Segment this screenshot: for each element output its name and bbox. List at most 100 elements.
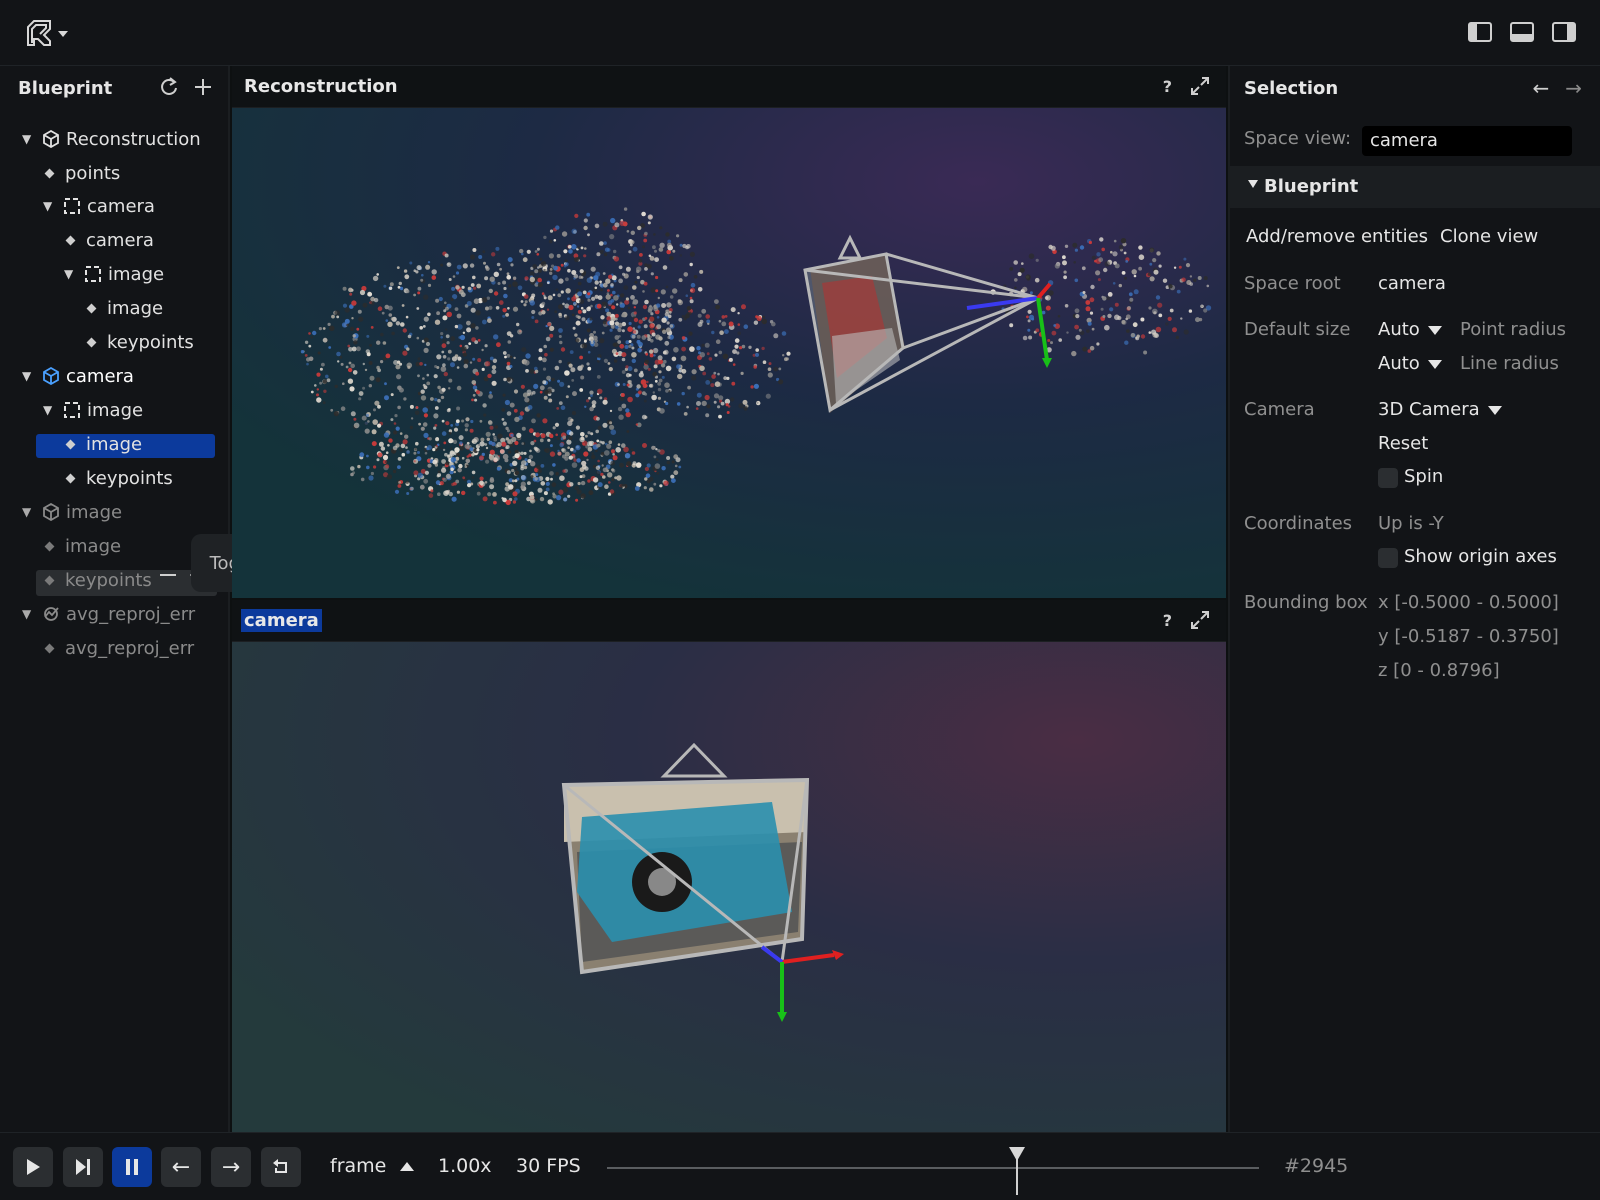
- entity-dot-icon: [44, 541, 55, 551]
- playhead-handle-icon[interactable]: [1009, 1147, 1025, 1161]
- fps-selector[interactable]: 30 FPS: [516, 1155, 581, 1177]
- timeline-track[interactable]: [607, 1167, 1259, 1169]
- entity-dot-icon: [65, 235, 76, 245]
- tree-row-entity[interactable]: camera: [65, 227, 154, 253]
- camera-kind-dropdown[interactable]: 3D Camera: [1378, 399, 1502, 420]
- tree-row-group[interactable]: ▼ image: [64, 261, 164, 287]
- step-forward-button[interactable]: →: [211, 1147, 251, 1187]
- arrow-right-icon: →: [221, 1154, 241, 1180]
- reset-camera-button[interactable]: Reset: [1378, 433, 1428, 454]
- point-size-value: Auto: [1378, 319, 1420, 340]
- camera-label: Camera: [1244, 399, 1315, 420]
- origin-axes-checkbox[interactable]: [1378, 548, 1398, 568]
- tree-row-space3d[interactable]: ▼ camera: [22, 363, 134, 389]
- reset-blueprint-icon[interactable]: [158, 76, 180, 98]
- app-menu-button[interactable]: [24, 18, 74, 50]
- tree-row-label: keypoints: [65, 569, 152, 591]
- tree-row-entity[interactable]: image: [86, 295, 163, 321]
- tree-row-entity[interactable]: avg_reproj_err: [44, 635, 194, 661]
- tree-row-entity[interactable]: image: [44, 533, 121, 559]
- selection-title: Selection: [1244, 78, 1339, 99]
- timeline-panel: ← → frame 1.00x 30 FPS #2945: [0, 1132, 1600, 1200]
- remove-icon[interactable]: [160, 574, 176, 576]
- tree-row-group[interactable]: ▼ camera: [43, 193, 155, 219]
- space-view-label: Space view:: [1244, 128, 1352, 149]
- space-root-label: Space root: [1244, 273, 1341, 294]
- spin-checkbox[interactable]: [1378, 468, 1398, 488]
- playback-speed[interactable]: 1.00x: [438, 1155, 492, 1177]
- arrow-right-icon[interactable]: →: [1565, 76, 1582, 100]
- help-icon[interactable]: ?: [1163, 611, 1172, 630]
- view-title[interactable]: camera: [241, 609, 322, 632]
- origin-axes-label: Show origin axes: [1404, 546, 1557, 567]
- pause-button[interactable]: [112, 1147, 152, 1187]
- play-button[interactable]: [13, 1147, 53, 1187]
- expand-triangle-icon[interactable]: ▼: [43, 199, 55, 213]
- tree-row-label: image: [107, 297, 164, 319]
- tree-row-timeseries[interactable]: ▼ avg_reproj_err: [22, 601, 195, 627]
- expand-triangle-icon[interactable]: ▼: [64, 267, 76, 281]
- view-camera[interactable]: camera ?: [232, 600, 1226, 1132]
- toggle-left-panel-icon[interactable]: [1468, 22, 1492, 42]
- tree-row-space3d[interactable]: ▼ Reconstruction: [22, 126, 201, 152]
- clone-view-button[interactable]: Clone view: [1440, 226, 1538, 247]
- view-title[interactable]: Reconstruction: [244, 76, 398, 97]
- view-header: camera ?: [232, 600, 1226, 642]
- chevron-up-icon: [400, 1162, 415, 1171]
- expand-triangle-icon[interactable]: ▼: [22, 607, 34, 621]
- dropdown-caret-icon: [1427, 325, 1442, 335]
- timeline-selector[interactable]: frame: [330, 1155, 415, 1177]
- loop-button[interactable]: [261, 1147, 301, 1187]
- add-remove-entities-button[interactable]: Add/remove entities: [1246, 226, 1428, 247]
- bounding-box-label: Bounding box: [1244, 592, 1368, 613]
- view-reconstruction[interactable]: Reconstruction ?: [232, 66, 1226, 598]
- maximize-icon[interactable]: [1190, 610, 1210, 630]
- step-back-button[interactable]: ←: [161, 1147, 201, 1187]
- toggle-bottom-panel-icon[interactable]: [1510, 22, 1534, 42]
- follow-button[interactable]: [63, 1147, 103, 1187]
- cube-icon: [43, 367, 59, 385]
- line-size-value: Auto: [1378, 353, 1420, 374]
- expand-triangle-icon[interactable]: ▼: [22, 505, 34, 519]
- help-icon[interactable]: ?: [1163, 77, 1172, 96]
- line-size-dropdown[interactable]: Auto: [1378, 353, 1442, 374]
- space-view-name-input[interactable]: camera: [1362, 126, 1572, 156]
- arrow-left-icon: ←: [171, 1154, 191, 1180]
- dashed-box-icon: [64, 402, 80, 418]
- selection-panel: Selection ← → Space view: camera Bluepri…: [1228, 66, 1600, 1132]
- loop-icon: [273, 1159, 287, 1173]
- spin-label: Spin: [1404, 466, 1444, 487]
- tree-row-label: image: [108, 263, 165, 285]
- collapse-triangle-icon: [1248, 180, 1258, 188]
- tree-row-entity[interactable]: keypoints: [86, 329, 194, 355]
- tree-row-entity[interactable]: image: [65, 431, 142, 457]
- tree-row-label: image: [65, 535, 122, 557]
- entity-dot-icon: [86, 337, 97, 347]
- tree-row-space3d[interactable]: ▼ image: [22, 499, 122, 525]
- default-size-label: Default size: [1244, 319, 1351, 340]
- coordinates-value: Up is -Y: [1378, 513, 1444, 534]
- toggle-right-panel-icon[interactable]: [1552, 22, 1576, 42]
- tree-row-label: avg_reproj_err: [66, 603, 196, 625]
- point-size-dropdown[interactable]: Auto: [1378, 319, 1442, 340]
- expand-triangle-icon[interactable]: ▼: [22, 369, 34, 383]
- blueprint-panel: Blueprint ▼ Reconstruction points ▼ camera ca…: [0, 66, 230, 1132]
- tree-row-entity[interactable]: keypoints: [65, 465, 173, 491]
- expand-triangle-icon[interactable]: ▼: [22, 132, 34, 146]
- tree-row-entity[interactable]: keypoints: [44, 567, 152, 593]
- expand-triangle-icon[interactable]: ▼: [43, 403, 55, 417]
- tree-row-label: image: [66, 501, 123, 523]
- maximize-icon[interactable]: [1190, 76, 1210, 96]
- camera-3d-canvas[interactable]: [232, 642, 1226, 1132]
- tree-row-label: camera: [87, 195, 155, 217]
- arrow-left-icon[interactable]: ←: [1532, 76, 1549, 100]
- tree-row-entity[interactable]: points: [44, 160, 120, 186]
- reconstruction-3d-canvas[interactable]: [232, 108, 1226, 598]
- blueprint-section-header[interactable]: Blueprint: [1230, 166, 1600, 208]
- timeline-name: frame: [330, 1155, 387, 1177]
- add-view-icon[interactable]: [192, 76, 214, 98]
- top-bar: [0, 0, 1600, 66]
- tree-row-group[interactable]: ▼ image: [43, 397, 143, 423]
- coordinates-label: Coordinates: [1244, 513, 1353, 534]
- skip-to-end-icon: [76, 1159, 90, 1175]
